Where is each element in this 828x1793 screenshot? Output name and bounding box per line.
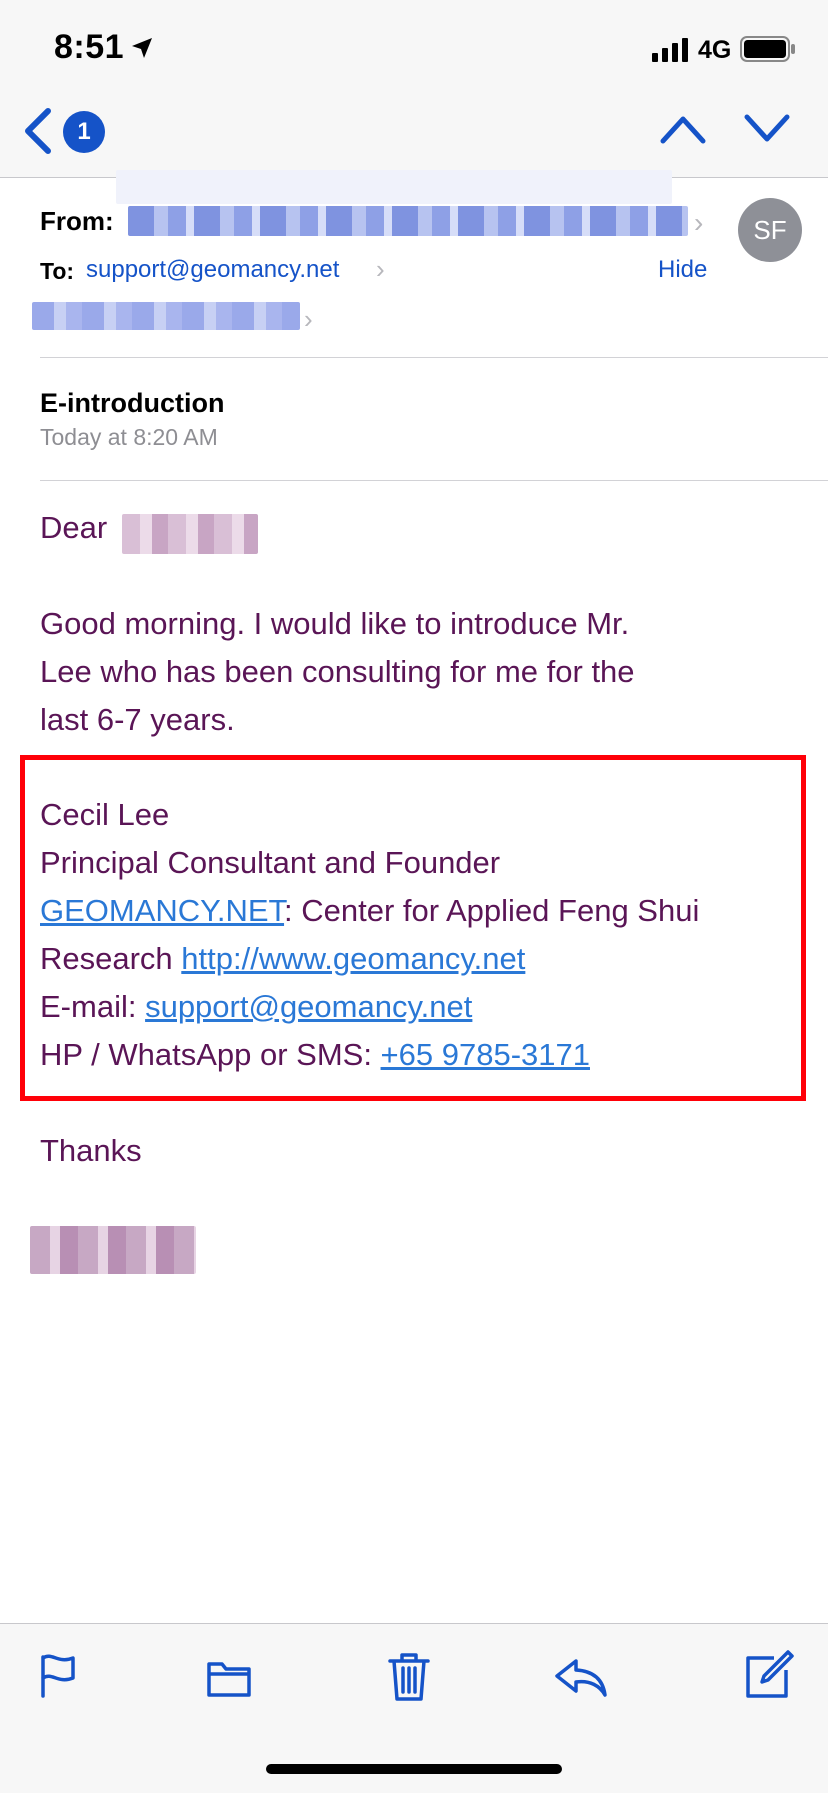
website-link[interactable]: http://www.geomancy.net [181, 941, 525, 976]
from-chevron-icon[interactable]: › [694, 207, 703, 239]
to-label: To: [40, 258, 75, 284]
status-time: 8:51 [54, 28, 125, 66]
recipient-address[interactable]: support@geomancy.net [86, 256, 339, 284]
email-label: E-mail: [40, 989, 146, 1024]
sender-address-redacted[interactable] [128, 206, 688, 236]
folder-icon[interactable] [206, 1658, 252, 1698]
network-type: 4G [698, 36, 732, 64]
home-indicator[interactable] [266, 1764, 562, 1774]
redacted-area [116, 170, 672, 204]
signature-website-line: Research http://www.geomancy.net [40, 935, 525, 983]
from-label: From: [40, 206, 114, 236]
top-bar [0, 0, 828, 178]
org-description: : Center for Applied Feng Shui [284, 893, 700, 928]
unread-count-badge[interactable]: 1 [63, 111, 105, 153]
message-subject: E-introduction [40, 388, 225, 418]
sender-name-redacted [30, 1226, 196, 1274]
flag-icon[interactable] [38, 1652, 78, 1698]
next-message-icon[interactable] [744, 114, 790, 144]
previous-message-icon[interactable] [660, 114, 706, 144]
org-link[interactable]: GEOMANCY.NET [40, 893, 284, 928]
back-chevron-icon[interactable] [22, 108, 54, 154]
closing: Thanks [40, 1133, 142, 1168]
signature-name: Cecil Lee [40, 797, 170, 832]
hide-details-button[interactable]: Hide [658, 256, 707, 284]
battery-icon [740, 36, 795, 62]
research-label: Research [40, 941, 182, 976]
sender-avatar[interactable]: SF [738, 198, 802, 262]
signal-strength-icon [652, 38, 688, 62]
compose-icon[interactable] [744, 1650, 794, 1700]
message-date: Today at 8:20 AM [40, 424, 218, 450]
reply-icon[interactable] [554, 1658, 608, 1698]
greeting: Dear [40, 510, 108, 545]
subject-divider [40, 480, 828, 481]
location-arrow-icon [132, 38, 152, 58]
phone-link[interactable]: +65 9785-3171 [381, 1037, 590, 1072]
paragraph-line: Lee who has been consulting for me for t… [40, 654, 635, 689]
trash-icon[interactable] [388, 1652, 430, 1702]
recipient-chevron-icon[interactable]: › [376, 254, 385, 285]
email-link[interactable]: support@geomancy.net [145, 989, 472, 1024]
signature-email-line: E-mail: support@geomancy.net [40, 983, 472, 1031]
recipient-name-redacted [122, 514, 258, 554]
phone-label: HP / WhatsApp or SMS: [40, 1037, 381, 1072]
paragraph-line: last 6-7 years. [40, 702, 235, 737]
signature-org-line: GEOMANCY.NET: Center for Applied Feng Sh… [40, 887, 699, 935]
cc-address-redacted[interactable] [32, 302, 300, 330]
signature-title: Principal Consultant and Founder [40, 845, 501, 880]
header-divider [40, 357, 828, 358]
paragraph-line: Good morning. I would like to introduce … [40, 606, 630, 641]
cc-chevron-icon[interactable]: › [304, 304, 313, 335]
signature-phone-line: HP / WhatsApp or SMS: +65 9785-3171 [40, 1031, 590, 1079]
